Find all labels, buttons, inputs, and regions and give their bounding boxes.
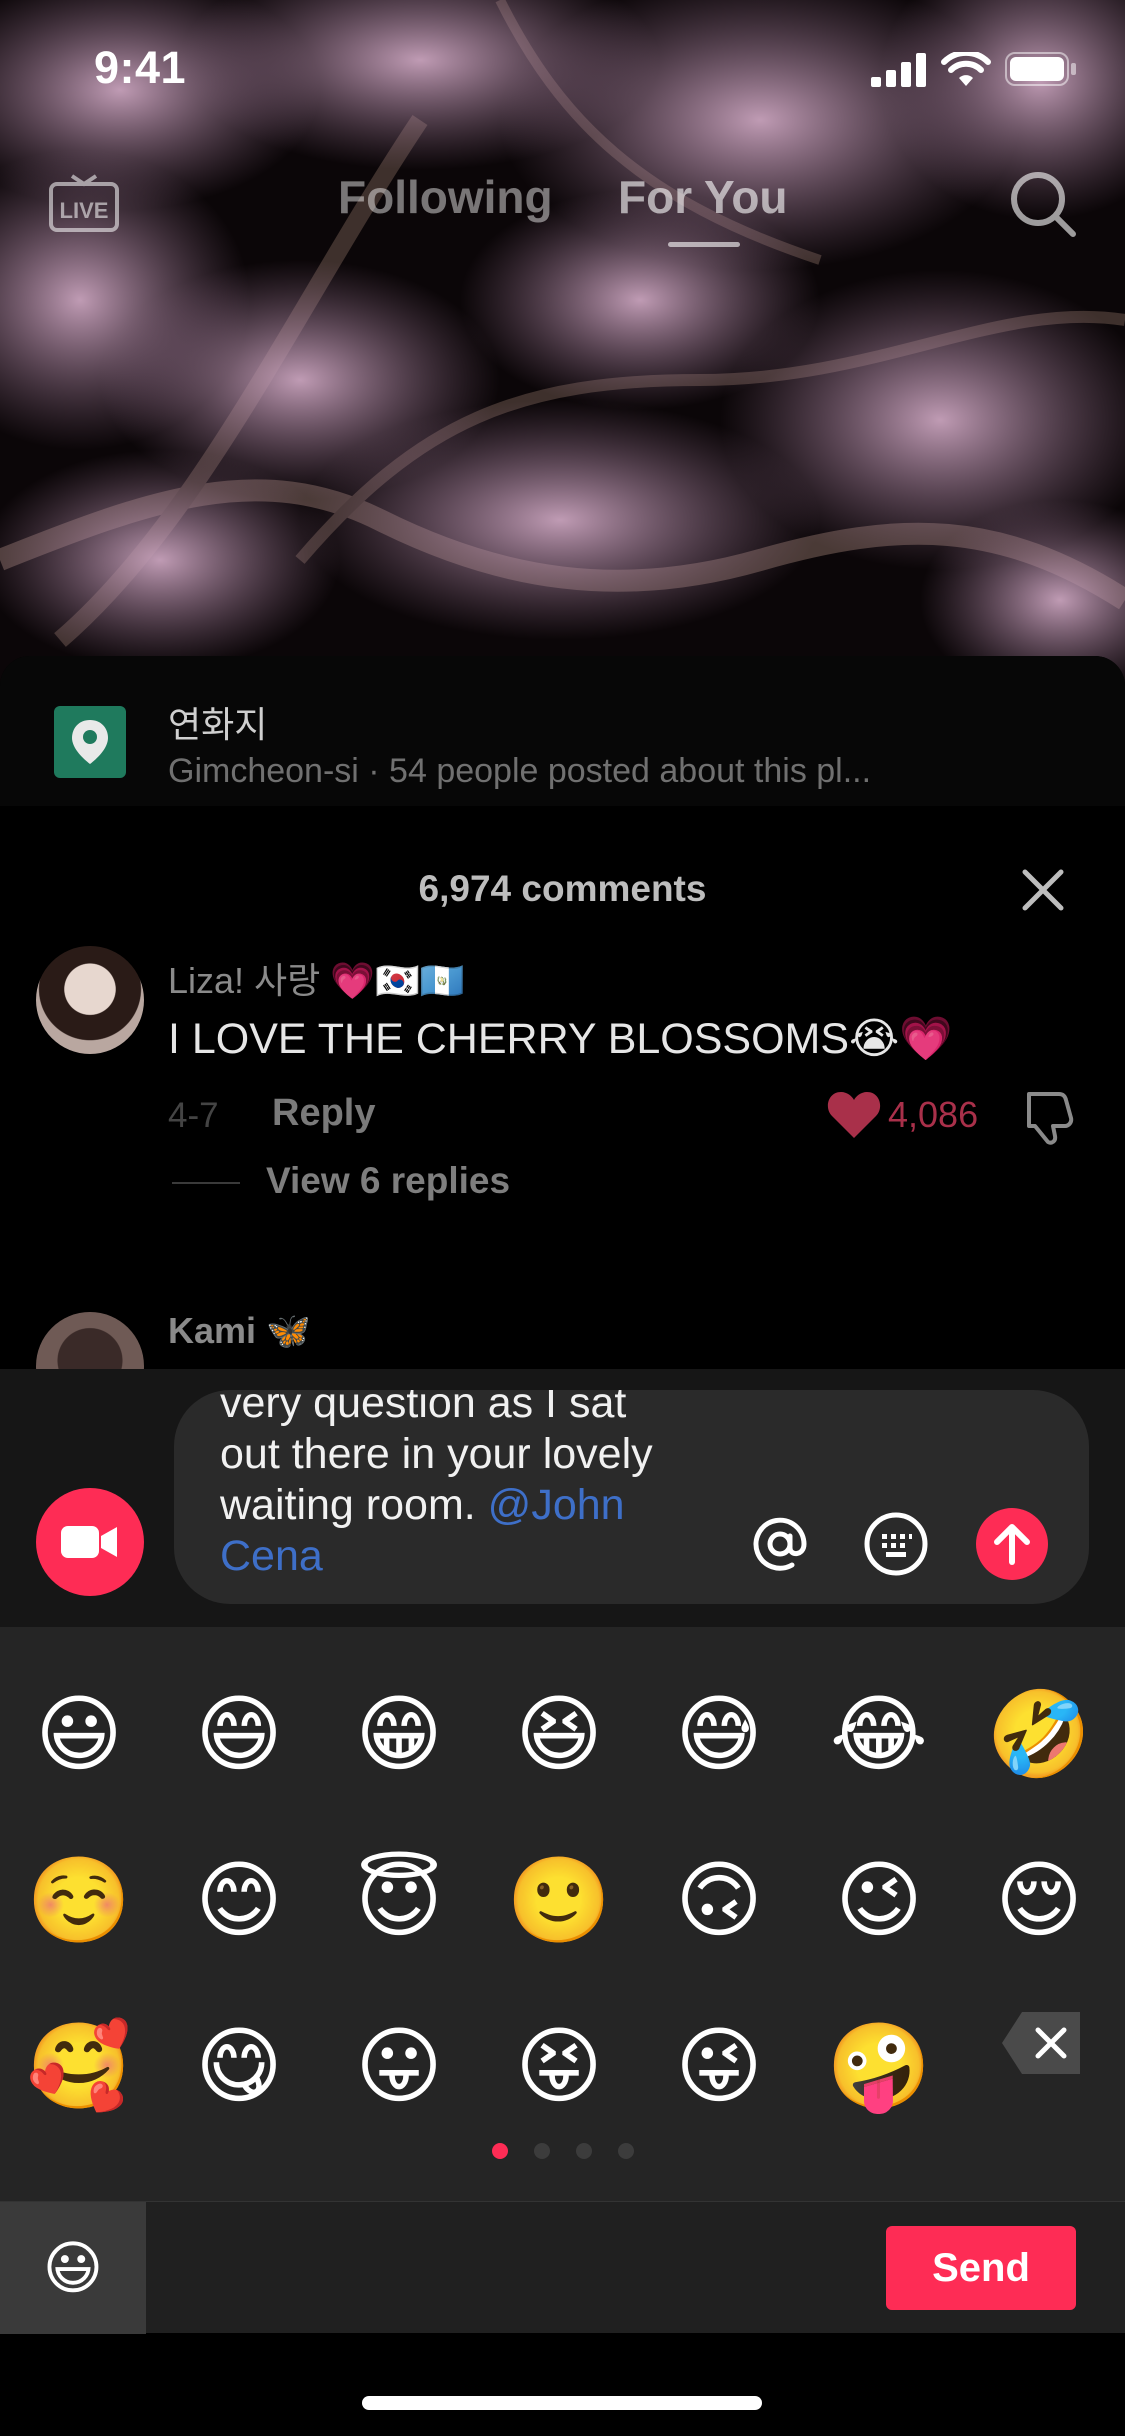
page-dot[interactable] bbox=[575, 2143, 592, 2159]
emoji-key[interactable]: 🙂 bbox=[504, 1845, 614, 1955]
backspace-icon[interactable] bbox=[1000, 2008, 1084, 2078]
page-dot[interactable] bbox=[617, 2143, 634, 2159]
post-comment-button[interactable] bbox=[976, 1508, 1048, 1580]
emoji-key[interactable]: 🙃 bbox=[664, 1845, 774, 1955]
comment-text: I LOVE THE CHERRY BLOSSOMS😭💗 bbox=[168, 1015, 953, 1063]
comment-date: 4-7 bbox=[168, 1096, 219, 1135]
emoji-key[interactable]: 😇 bbox=[344, 1845, 454, 1955]
comments-sheet: 연화지 Gimcheon-si · 54 people posted about… bbox=[0, 656, 1125, 1369]
emoji-page-indicator bbox=[0, 2143, 1125, 2159]
input-line-text: waiting room. bbox=[220, 1481, 488, 1529]
search-icon[interactable] bbox=[1007, 168, 1079, 240]
emoji-keyboard: 😃 😄 😁 😆 😅 😂 🤣 ☺️ 😊 😇 🙂 🙃 😉 😌 🥰 😋 😛 😝 😜 🤪 bbox=[0, 1627, 1125, 2201]
emoji-key[interactable]: 😜 bbox=[664, 2011, 774, 2121]
active-tab-indicator bbox=[668, 242, 740, 247]
status-icons bbox=[871, 52, 1077, 88]
tab-following[interactable]: Following bbox=[338, 170, 553, 224]
emoji-footer: 😃 Send bbox=[0, 2201, 1125, 2334]
page-dot[interactable] bbox=[491, 2143, 508, 2159]
place-banner[interactable]: 연화지 Gimcheon-si · 54 people posted about… bbox=[0, 656, 1125, 806]
avatar[interactable] bbox=[36, 1312, 144, 1369]
svg-text:LIVE: LIVE bbox=[60, 198, 109, 223]
emoji-category-tab[interactable]: 😃 bbox=[0, 2202, 146, 2334]
view-replies-link[interactable]: View 6 replies bbox=[266, 1160, 510, 1202]
emoji-key[interactable]: 😄 bbox=[184, 1679, 294, 1789]
input-line: waiting room. @John bbox=[220, 1480, 760, 1531]
emoji-key[interactable]: 😛 bbox=[344, 2011, 454, 2121]
mention-text: @John bbox=[487, 1481, 625, 1529]
battery-icon bbox=[1005, 52, 1076, 86]
top-nav: LIVE Following For You bbox=[0, 160, 1125, 247]
emoji-key[interactable]: 😌 bbox=[984, 1845, 1094, 1955]
emoji-key[interactable]: 😂 bbox=[824, 1679, 934, 1789]
compose-bar: very question as I sat out there in your… bbox=[0, 1369, 1125, 1627]
send-button[interactable]: Send bbox=[886, 2226, 1076, 2310]
avatar[interactable] bbox=[36, 946, 144, 1054]
video-reply-button[interactable] bbox=[36, 1488, 144, 1596]
emoji-key[interactable]: 🥰 bbox=[24, 2011, 134, 2121]
cellular-signal-icon bbox=[871, 53, 926, 87]
live-icon[interactable]: LIVE bbox=[48, 174, 120, 234]
keyboard-icon[interactable] bbox=[862, 1510, 930, 1578]
emoji-key[interactable]: 🤪 bbox=[824, 2011, 934, 2121]
emoji-key[interactable]: 🤣 bbox=[984, 1679, 1094, 1789]
location-pin-icon bbox=[54, 706, 126, 778]
emoji-key[interactable]: 😊 bbox=[184, 1845, 294, 1955]
page-dot[interactable] bbox=[533, 2143, 550, 2159]
emoji-key[interactable]: 😉 bbox=[824, 1845, 934, 1955]
status-bar: 9:41 bbox=[0, 0, 1125, 140]
input-line: out there in your lovely bbox=[220, 1430, 653, 1478]
arrow-up-icon bbox=[994, 1524, 1030, 1565]
emoji-key[interactable]: 😅 bbox=[664, 1679, 774, 1789]
tab-for-you[interactable]: For You bbox=[618, 170, 788, 224]
comment-input[interactable]: very question as I sat out there in your… bbox=[174, 1390, 1089, 1604]
emoji-key[interactable]: 😁 bbox=[344, 1679, 454, 1789]
comment-username[interactable]: Kami 🦋 bbox=[168, 1310, 311, 1352]
emoji-key[interactable]: 😃 bbox=[24, 1679, 134, 1789]
home-indicator[interactable] bbox=[362, 2396, 762, 2410]
mention-at-icon[interactable] bbox=[746, 1510, 814, 1578]
input-line: very question as I sat bbox=[220, 1390, 627, 1427]
emoji-key[interactable]: 😋 bbox=[184, 2011, 294, 2121]
emoji-key[interactable]: 😆 bbox=[504, 1679, 614, 1789]
reply-button[interactable]: Reply bbox=[272, 1092, 375, 1135]
comments-count: 6,974 comments bbox=[418, 868, 707, 909]
emoji-key[interactable]: 😝 bbox=[504, 2011, 614, 2121]
comment-username[interactable]: Liza! 사랑 💗🇰🇷🇬🇹 bbox=[168, 952, 465, 1004]
mention-text: Cena bbox=[220, 1532, 323, 1580]
place-name: 연화지 bbox=[168, 704, 268, 745]
status-time: 9:41 bbox=[94, 42, 187, 93]
emoji-key[interactable]: ☺️ bbox=[24, 1845, 134, 1955]
close-icon[interactable] bbox=[1017, 864, 1069, 916]
heart-icon[interactable] bbox=[826, 1088, 882, 1140]
video-camera-icon bbox=[61, 1526, 117, 1558]
replies-divider bbox=[172, 1182, 240, 1184]
place-subtitle: Gimcheon-si · 54 people posted about thi… bbox=[168, 752, 872, 790]
wifi-icon bbox=[941, 52, 991, 86]
like-count: 4,086 bbox=[888, 1094, 979, 1135]
comment-input-text[interactable]: very question as I sat out there in your… bbox=[220, 1390, 760, 1582]
dislike-icon[interactable] bbox=[1019, 1086, 1079, 1146]
